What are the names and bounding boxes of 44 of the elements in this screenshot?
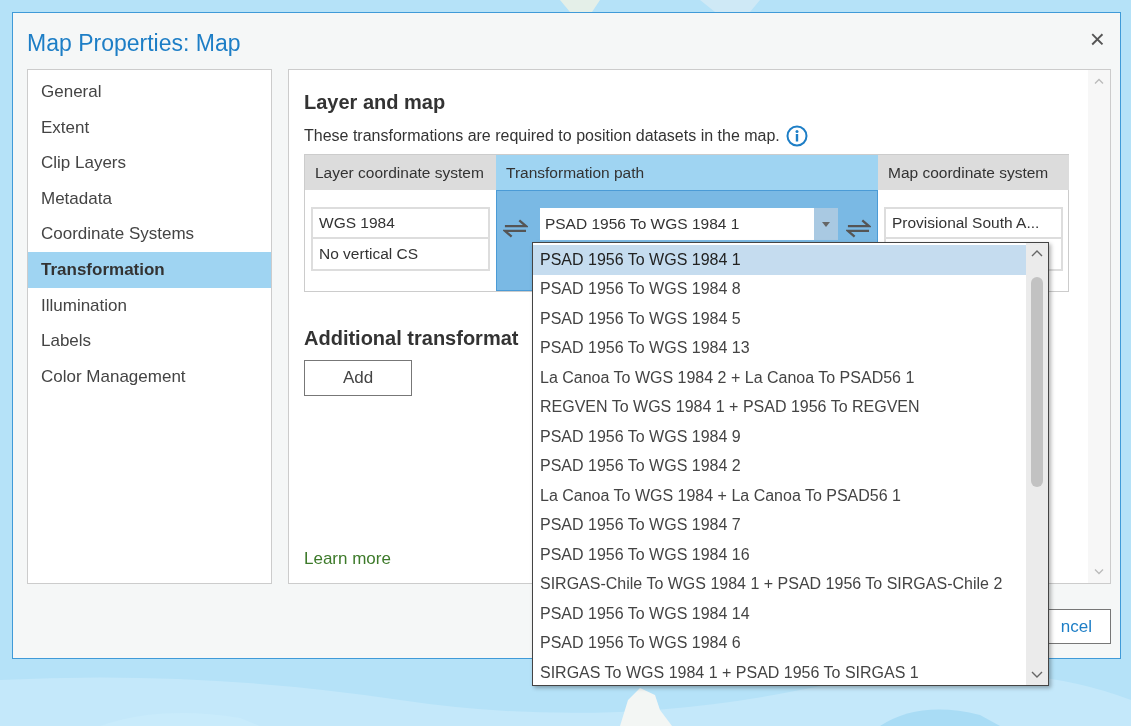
learn-more-link[interactable]: Learn more (304, 545, 391, 571)
sidebar-item[interactable]: Coordinate Systems (28, 216, 271, 252)
column-header: Transformation path (496, 155, 878, 190)
section-heading: Layer and map (304, 90, 447, 114)
info-icon[interactable] (785, 125, 808, 147)
dropdown-option[interactable]: PSAD 1956 To WGS 1984 14 (533, 599, 1026, 629)
dropdown-option[interactable]: PSAD 1956 To WGS 1984 5 (533, 304, 1026, 334)
scroll-thumb[interactable] (1031, 277, 1043, 487)
column-header: Layer coordinate system (305, 155, 496, 190)
sidebar-item[interactable]: Transformation (28, 251, 271, 288)
dropdown-option[interactable]: SIRGAS To WGS 1984 1 + PSAD 1956 To SIRGAS 1 (533, 658, 1026, 688)
sidebar-item[interactable]: Metadata (28, 180, 271, 217)
sidebar-item[interactable]: Illumination (28, 287, 271, 324)
dropdown-option[interactable]: La Canoa To WGS 1984 + La Canoa To PSAD56 1 (533, 481, 1026, 511)
dropdown-option[interactable]: PSAD 1956 To WGS 1984 1 (533, 245, 1026, 275)
dropdown-option[interactable]: PSAD 1956 To WGS 1984 6 (533, 628, 1026, 658)
scrollbar[interactable] (1026, 243, 1048, 685)
section-heading: Additional transformat (304, 326, 519, 350)
close-button[interactable]: × (1083, 26, 1111, 52)
dropdown-option[interactable]: La Canoa To WGS 1984 2 + La Canoa To PSAD56 1 (533, 363, 1026, 393)
dropdown-option[interactable]: PSAD 1956 To WGS 1984 16 (533, 540, 1026, 570)
sidebar-item[interactable]: Extent (28, 109, 271, 146)
caret-icon (822, 221, 831, 227)
dropdown-option[interactable]: SIRGAS-Chile To WGS 1984 1 + PSAD 1956 To SIRGAS-Chile 2 (533, 569, 1026, 599)
scroll-up-icon[interactable] (1031, 249, 1043, 257)
sidebar-item[interactable]: Labels (28, 323, 271, 359)
text-field[interactable]: WGS 1984 (311, 207, 490, 239)
text-field[interactable]: No vertical CS (311, 239, 490, 271)
description-text: These transformations are required to position datasets in the map. (304, 126, 780, 146)
sidebar-item[interactable]: General (28, 74, 271, 110)
dropdown-option[interactable]: PSAD 1956 To WGS 1984 13 (533, 333, 1026, 363)
add-button[interactable]: Add (304, 360, 412, 396)
dropdown-option[interactable]: PSAD 1956 To WGS 1984 9 (533, 422, 1026, 452)
sidebar-item[interactable]: Color Management (28, 358, 271, 395)
dropdown-option[interactable]: PSAD 1956 To WGS 1984 7 (533, 510, 1026, 540)
sidebar-item[interactable]: Clip Layers (28, 145, 271, 181)
dropdown-option[interactable]: REGVEN To WGS 1984 1 + PSAD 1956 To REGVEN (533, 392, 1026, 422)
text-field[interactable]: Provisional South A... (884, 207, 1063, 239)
dropdown-option[interactable]: PSAD 1956 To WGS 1984 2 (533, 451, 1026, 481)
column-header: Map coordinate system (878, 155, 1069, 190)
window-title: Map Properties: Map (27, 28, 241, 58)
transformation-dropdown[interactable]: PSAD 1956 To WGS 1984 1 (539, 208, 839, 240)
scroll-down-icon[interactable] (1031, 671, 1043, 679)
dropdown-option[interactable]: PSAD 1956 To WGS 1984 8 (533, 274, 1026, 304)
